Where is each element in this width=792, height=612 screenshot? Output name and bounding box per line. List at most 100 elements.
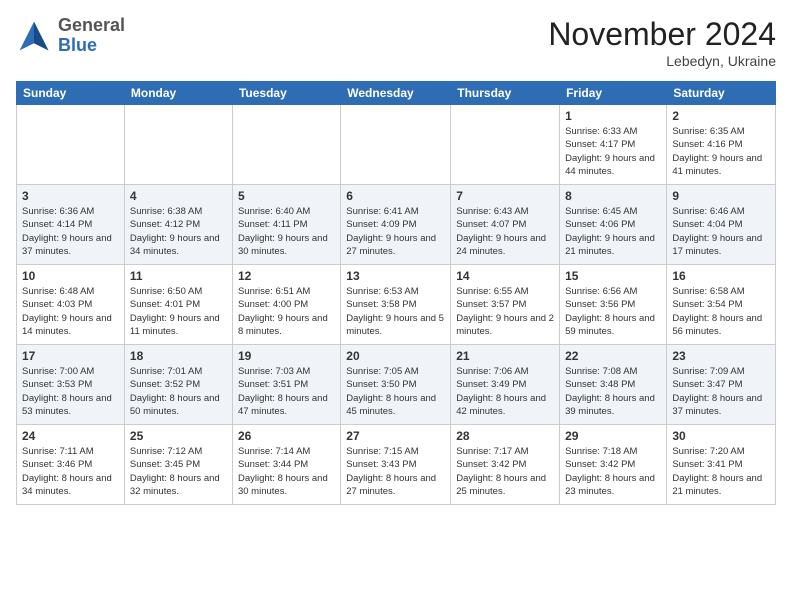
calendar-header-row: Sunday Monday Tuesday Wednesday Thursday…: [17, 82, 776, 105]
cell-0-5: 1 Sunrise: 6:33 AM Sunset: 4:17 PM Daylig…: [560, 105, 667, 185]
cell-3-2: 19 Sunrise: 7:03 AM Sunset: 3:51 PM Dayli…: [232, 345, 340, 425]
logo-text: General Blue: [58, 16, 125, 56]
day-num-29: 29: [565, 429, 661, 443]
header-sunday: Sunday: [17, 82, 125, 105]
cell-0-2: [232, 105, 340, 185]
cell-2-1: 11 Sunrise: 6:50 AM Sunset: 4:01 PM Dayli…: [124, 265, 232, 345]
day-num-17: 17: [22, 349, 119, 363]
day-info-24: Sunrise: 7:11 AM Sunset: 3:46 PM Dayligh…: [22, 445, 119, 498]
day-num-14: 14: [456, 269, 554, 283]
cell-2-5: 15Sunrise: 6:56 AM Sunset: 3:56 PM Dayli…: [560, 265, 667, 345]
cell-3-5: 22Sunrise: 7:08 AM Sunset: 3:48 PM Dayli…: [560, 345, 667, 425]
day-num-26: 26: [238, 429, 335, 443]
cell-3-4: 21 Sunrise: 7:06 AM Sunset: 3:49 PM Dayli…: [451, 345, 560, 425]
location: Lebedyn, Ukraine: [548, 53, 776, 69]
cell-2-4: 14Sunrise: 6:55 AM Sunset: 3:57 PM Dayli…: [451, 265, 560, 345]
day-info-4: Sunrise: 6:38 AM Sunset: 4:12 PM Dayligh…: [130, 205, 227, 258]
day-info-12: Sunrise: 6:51 AM Sunset: 4:00 PM Dayligh…: [238, 285, 335, 338]
month-title: November 2024: [548, 16, 776, 53]
day-num-25: 25: [130, 429, 227, 443]
title-block: November 2024 Lebedyn, Ukraine: [548, 16, 776, 69]
day-num-12: 12: [238, 269, 335, 283]
day-num-18: 18: [130, 349, 227, 363]
cell-1-4: 7Sunrise: 6:43 AM Sunset: 4:07 PM Daylig…: [451, 185, 560, 265]
header-friday: Friday: [560, 82, 667, 105]
day-num-5: 5: [238, 189, 335, 203]
cell-2-0: 10Sunrise: 6:48 AM Sunset: 4:03 PM Dayli…: [17, 265, 125, 345]
day-num-23: 23: [672, 349, 770, 363]
header-tuesday: Tuesday: [232, 82, 340, 105]
cell-4-1: 25Sunrise: 7:12 AM Sunset: 3:45 PM Dayli…: [124, 425, 232, 505]
week-row-2: 10Sunrise: 6:48 AM Sunset: 4:03 PM Dayli…: [17, 265, 776, 345]
cell-2-2: 12 Sunrise: 6:51 AM Sunset: 4:00 PM Dayli…: [232, 265, 340, 345]
cell-2-3: 13 Sunrise: 6:53 AM Sunset: 3:58 PM Dayli…: [341, 265, 451, 345]
day-num-30: 30: [672, 429, 770, 443]
day-num-11: 11: [130, 269, 227, 283]
logo-blue-text: Blue: [58, 35, 97, 55]
day-num-10: 10: [22, 269, 119, 283]
day-num-3: 3: [22, 189, 119, 203]
cell-3-6: 23 Sunrise: 7:09 AM Sunset: 3:47 PM Dayli…: [667, 345, 776, 425]
day-info-22: Sunrise: 7:08 AM Sunset: 3:48 PM Dayligh…: [565, 365, 661, 418]
header-thursday: Thursday: [451, 82, 560, 105]
header: General Blue November 2024 Lebedyn, Ukra…: [16, 16, 776, 69]
cell-4-2: 26Sunrise: 7:14 AM Sunset: 3:44 PM Dayli…: [232, 425, 340, 505]
day-num-9: 9: [672, 189, 770, 203]
day-info-3: Sunrise: 6:36 AM Sunset: 4:14 PM Dayligh…: [22, 205, 119, 258]
day-info-13: Sunrise: 6:53 AM Sunset: 3:58 PM Dayligh…: [346, 285, 445, 338]
day-info-6: Sunrise: 6:41 AM Sunset: 4:09 PM Dayligh…: [346, 205, 445, 258]
day-info-9: Sunrise: 6:46 AM Sunset: 4:04 PM Dayligh…: [672, 205, 770, 258]
cell-0-3: [341, 105, 451, 185]
cell-1-3: 6 Sunrise: 6:41 AM Sunset: 4:09 PM Daylig…: [341, 185, 451, 265]
header-monday: Monday: [124, 82, 232, 105]
cell-1-6: 9 Sunrise: 6:46 AM Sunset: 4:04 PM Daylig…: [667, 185, 776, 265]
cell-4-3: 27 Sunrise: 7:15 AM Sunset: 3:43 PM Dayli…: [341, 425, 451, 505]
day-info-27: Sunrise: 7:15 AM Sunset: 3:43 PM Dayligh…: [346, 445, 445, 498]
cell-4-0: 24 Sunrise: 7:11 AM Sunset: 3:46 PM Dayli…: [17, 425, 125, 505]
logo: General Blue: [16, 16, 125, 56]
day-info-17: Sunrise: 7:00 AM Sunset: 3:53 PM Dayligh…: [22, 365, 119, 418]
cell-3-0: 17 Sunrise: 7:00 AM Sunset: 3:53 PM Dayli…: [17, 345, 125, 425]
day-info-29: Sunrise: 7:18 AM Sunset: 3:42 PM Dayligh…: [565, 445, 661, 498]
cell-0-0: [17, 105, 125, 185]
day-num-2: 2: [672, 109, 770, 123]
day-num-19: 19: [238, 349, 335, 363]
day-info-23: Sunrise: 7:09 AM Sunset: 3:47 PM Dayligh…: [672, 365, 770, 418]
day-num-13: 13: [346, 269, 445, 283]
day-info-1: Sunrise: 6:33 AM Sunset: 4:17 PM Dayligh…: [565, 125, 661, 178]
cell-0-1: [124, 105, 232, 185]
cell-4-6: 30 Sunrise: 7:20 AM Sunset: 3:41 PM Dayli…: [667, 425, 776, 505]
day-info-18: Sunrise: 7:01 AM Sunset: 3:52 PM Dayligh…: [130, 365, 227, 418]
day-num-16: 16: [672, 269, 770, 283]
day-info-11: Sunrise: 6:50 AM Sunset: 4:01 PM Dayligh…: [130, 285, 227, 338]
cell-0-6: 2 Sunrise: 6:35 AM Sunset: 4:16 PM Daylig…: [667, 105, 776, 185]
cell-2-6: 16Sunrise: 6:58 AM Sunset: 3:54 PM Dayli…: [667, 265, 776, 345]
day-num-27: 27: [346, 429, 445, 443]
cell-4-4: 28 Sunrise: 7:17 AM Sunset: 3:42 PM Dayli…: [451, 425, 560, 505]
cell-1-0: 3 Sunrise: 6:36 AM Sunset: 4:14 PM Daylig…: [17, 185, 125, 265]
page: General Blue November 2024 Lebedyn, Ukra…: [0, 0, 792, 612]
day-info-5: Sunrise: 6:40 AM Sunset: 4:11 PM Dayligh…: [238, 205, 335, 258]
day-info-28: Sunrise: 7:17 AM Sunset: 3:42 PM Dayligh…: [456, 445, 554, 498]
day-num-28: 28: [456, 429, 554, 443]
day-info-2: Sunrise: 6:35 AM Sunset: 4:16 PM Dayligh…: [672, 125, 770, 178]
calendar-table: Sunday Monday Tuesday Wednesday Thursday…: [16, 81, 776, 505]
day-num-21: 21: [456, 349, 554, 363]
cell-1-5: 8Sunrise: 6:45 AM Sunset: 4:06 PM Daylig…: [560, 185, 667, 265]
day-num-15: 15: [565, 269, 661, 283]
cell-3-1: 18 Sunrise: 7:01 AM Sunset: 3:52 PM Dayli…: [124, 345, 232, 425]
header-saturday: Saturday: [667, 82, 776, 105]
logo-general-text: General: [58, 15, 125, 35]
week-row-3: 17 Sunrise: 7:00 AM Sunset: 3:53 PM Dayli…: [17, 345, 776, 425]
day-info-21: Sunrise: 7:06 AM Sunset: 3:49 PM Dayligh…: [456, 365, 554, 418]
day-num-20: 20: [346, 349, 445, 363]
day-num-6: 6: [346, 189, 445, 203]
day-num-4: 4: [130, 189, 227, 203]
header-wednesday: Wednesday: [341, 82, 451, 105]
day-num-1: 1: [565, 109, 661, 123]
day-info-8: Sunrise: 6:45 AM Sunset: 4:06 PM Dayligh…: [565, 205, 661, 258]
day-info-30: Sunrise: 7:20 AM Sunset: 3:41 PM Dayligh…: [672, 445, 770, 498]
day-info-19: Sunrise: 7:03 AM Sunset: 3:51 PM Dayligh…: [238, 365, 335, 418]
cell-1-1: 4 Sunrise: 6:38 AM Sunset: 4:12 PM Daylig…: [124, 185, 232, 265]
day-num-24: 24: [22, 429, 119, 443]
